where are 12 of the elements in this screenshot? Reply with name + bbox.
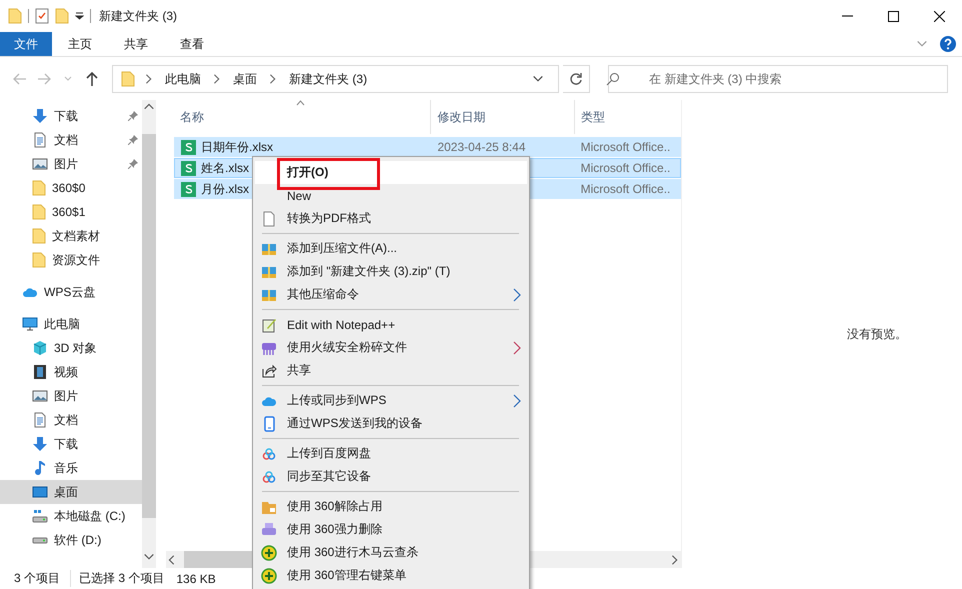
window-title: 新建文件夹 (3) — [99, 8, 177, 24]
file-type: Microsoft Office.. — [580, 140, 670, 154]
item-count: 3 个项目 — [14, 570, 72, 587]
selection-count: 已选择 3 个项目 — [79, 570, 166, 587]
file-type: Microsoft Office.. — [580, 161, 670, 175]
file-name: 日期年份.xlsx — [201, 138, 273, 156]
file-name: 月份.xlsx — [201, 180, 249, 198]
preview-message: 没有预览。 — [847, 326, 907, 342]
selection-size: 136 KB — [176, 572, 216, 586]
file-type: Microsoft Office.. — [580, 182, 670, 196]
file-name: 姓名.xlsx — [201, 160, 249, 176]
modified-date: 2023-04-25 8:44 — [437, 140, 526, 154]
